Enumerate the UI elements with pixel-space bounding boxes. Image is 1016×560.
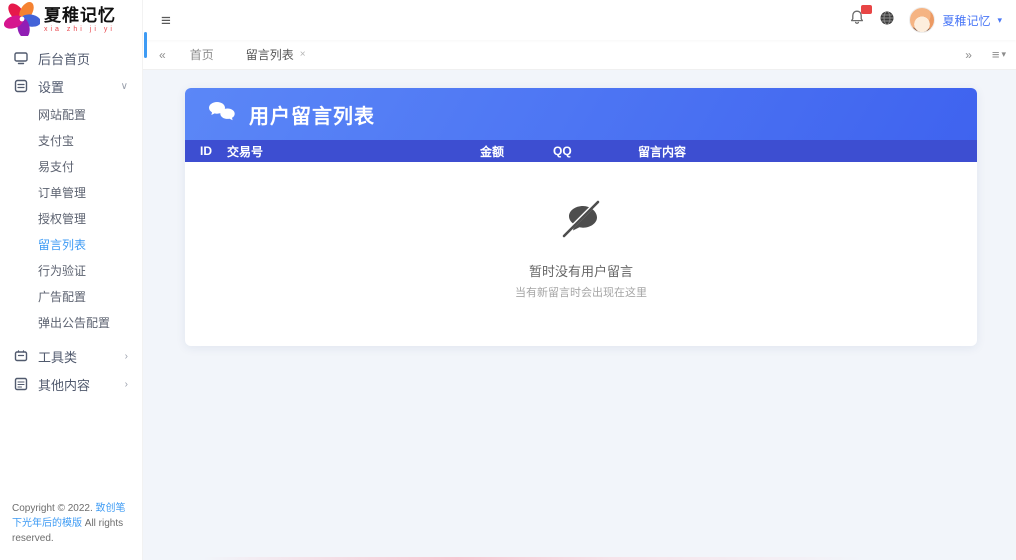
chevron-right-icon: › (125, 351, 128, 362)
content: 用户留言列表 ID 交易号 金额 QQ 留言内容 暂时没有用户留言 当 (143, 70, 1016, 346)
sidebar-menu: 后台首页 设置 ∨ 网站配置 支付宝 易支付 订单管理 授权管理 留言列表 行为… (0, 40, 142, 491)
globe-icon (879, 10, 895, 26)
sidebar-item-label: 后台首页 (38, 49, 90, 68)
copyright-prefix: Copyright © 2022. (12, 503, 96, 514)
column-header-id: ID (185, 144, 227, 158)
sidebar-item-alipay[interactable]: 支付宝 (0, 128, 142, 154)
main-area: ≡ 夏稚记忆 ▾ « (143, 0, 1016, 560)
settings-submenu: 网站配置 支付宝 易支付 订单管理 授权管理 留言列表 行为验证 广告配置 弹出… (0, 100, 142, 342)
username: 夏稚记忆 (942, 12, 990, 29)
sidebar-item-orders[interactable]: 订单管理 (0, 180, 142, 206)
sidebar-item-epay[interactable]: 易支付 (0, 154, 142, 180)
empty-state-title: 暂时没有用户留言 (529, 261, 633, 280)
caret-down-icon: ▾ (1001, 49, 1006, 60)
tab-label: 首页 (190, 40, 214, 70)
tab-label: 留言列表 (246, 40, 294, 70)
document-icon (14, 377, 28, 391)
empty-state-subtitle: 当有新留言时会出现在这里 (515, 284, 647, 300)
flower-logo-icon (4, 0, 40, 41)
tools-icon (14, 349, 28, 363)
gear-icon (14, 79, 28, 93)
sidebar-item-site-config[interactable]: 网站配置 (0, 102, 142, 128)
sidebar-item-popup-notice-config[interactable]: 弹出公告配置 (0, 310, 142, 336)
copyright: Copyright © 2022. 致创笔下光年后的模版 All rights … (0, 491, 142, 560)
app-logo[interactable]: 夏稚记忆 xia zhi ji yi (0, 0, 142, 40)
sidebar-item-captcha[interactable]: 行为验证 (0, 258, 142, 284)
tabs-menu-button[interactable]: ≡ ▾ (992, 47, 1006, 62)
table-header: ID 交易号 金额 QQ 留言内容 (185, 140, 977, 162)
no-messages-icon (558, 200, 604, 247)
sidebar-item-ads-config[interactable]: 广告配置 (0, 284, 142, 310)
sidebar: 夏稚记忆 xia zhi ji yi 后台首页 设置 ∨ 网站配置 支付宝 易支… (0, 0, 143, 560)
sidebar-item-dashboard[interactable]: 后台首页 (0, 44, 142, 72)
sidebar-item-settings[interactable]: 设置 ∨ (0, 72, 142, 100)
chat-bubbles-icon (207, 99, 237, 130)
tab-home[interactable]: 首页 (176, 40, 228, 70)
sidebar-item-label: 其他内容 (38, 375, 90, 394)
column-header-trade-no: 交易号 (227, 143, 480, 160)
close-icon[interactable]: × (300, 40, 306, 70)
empty-state: 暂时没有用户留言 当有新留言时会出现在这里 (185, 162, 977, 346)
tabs-scroll-right-icon[interactable]: » (959, 48, 978, 62)
tab-message-list[interactable]: 留言列表 × (232, 40, 320, 70)
app-subtitle: xia zhi ji yi (44, 26, 116, 33)
home-icon (14, 51, 28, 65)
topbar: ≡ 夏稚记忆 ▾ (143, 0, 1016, 40)
sidebar-item-authorization[interactable]: 授权管理 (0, 206, 142, 232)
user-menu[interactable]: 夏稚记忆 ▾ (909, 7, 1002, 33)
column-header-message: 留言内容 (638, 143, 977, 160)
chevron-down-icon: ∨ (121, 81, 128, 92)
sidebar-item-label: 工具类 (38, 347, 77, 366)
card-banner: 用户留言列表 (185, 88, 977, 140)
chevron-right-icon: › (125, 379, 128, 390)
globe-button[interactable] (879, 10, 895, 31)
sidebar-item-message-list[interactable]: 留言列表 (0, 232, 142, 258)
scrollbar-thumb[interactable] (144, 32, 147, 58)
column-header-amount: 金额 (480, 143, 553, 160)
notifications-button[interactable] (849, 9, 865, 31)
list-icon: ≡ (992, 47, 1000, 62)
sidebar-collapse-icon[interactable]: ≡ (157, 10, 175, 31)
sidebar-item-label: 设置 (38, 77, 64, 96)
tabs-scroll-left-icon[interactable]: « (153, 48, 172, 62)
card-title: 用户留言列表 (249, 100, 375, 129)
column-header-qq: QQ (553, 144, 638, 158)
avatar (909, 7, 935, 33)
sidebar-item-tools[interactable]: 工具类 › (0, 342, 142, 370)
message-list-card: 用户留言列表 ID 交易号 金额 QQ 留言内容 暂时没有用户留言 当 (185, 88, 977, 346)
tab-bar: « 首页 留言列表 × » ≡ ▾ (143, 40, 1016, 70)
caret-down-icon: ▾ (997, 15, 1002, 26)
notification-badge (861, 5, 872, 14)
app-title: 夏稚记忆 (44, 7, 116, 24)
sidebar-item-other-content[interactable]: 其他内容 › (0, 370, 142, 398)
